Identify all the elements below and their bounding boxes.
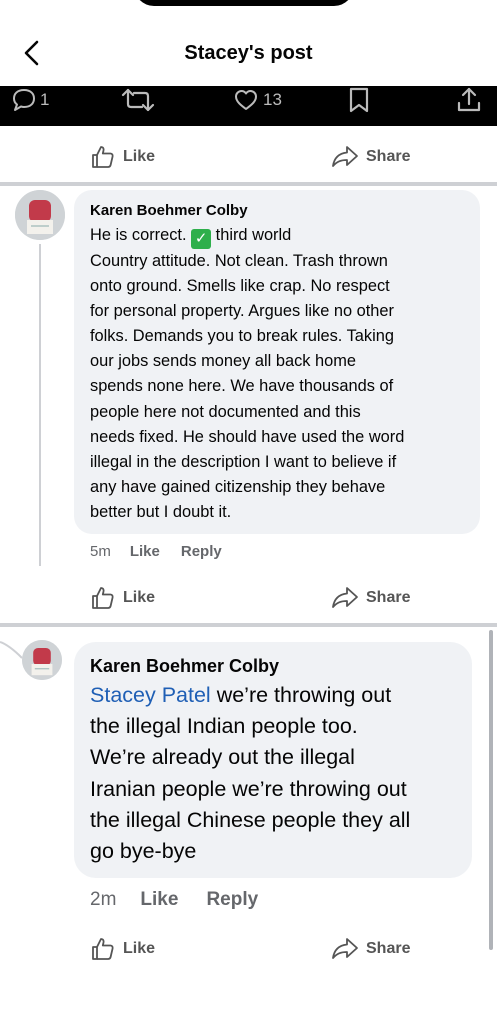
thumbs-up-icon bbox=[92, 938, 114, 960]
thumbs-up-icon bbox=[92, 587, 114, 609]
like-button-label: Like bbox=[123, 940, 156, 957]
section-divider bbox=[0, 182, 497, 186]
bookmark-button[interactable] bbox=[346, 86, 372, 114]
bookmark-icon bbox=[349, 87, 369, 113]
like-button[interactable]: Like bbox=[90, 576, 155, 620]
top-navigation-bar: Stacey's post bbox=[0, 0, 497, 86]
post-action-row: Like Share bbox=[0, 135, 497, 179]
thumbs-up-icon bbox=[92, 146, 114, 168]
comment-bubble: Karen Boehmer Colby Stacey Patel we’re t… bbox=[74, 642, 472, 878]
comment-like-button[interactable]: Like bbox=[140, 889, 178, 911]
comment-count-button[interactable]: 1 bbox=[10, 86, 49, 114]
avatar[interactable] bbox=[22, 640, 62, 680]
comment-reply-button[interactable]: Reply bbox=[206, 889, 258, 911]
share-button[interactable]: Share bbox=[331, 927, 410, 971]
comment-text-part: He is correct. bbox=[90, 226, 192, 244]
section-divider bbox=[0, 623, 497, 627]
comment-like-button[interactable]: Like bbox=[130, 543, 160, 560]
share-upload-icon bbox=[457, 87, 481, 112]
like-button-label: Like bbox=[123, 589, 156, 606]
share-button-label: Share bbox=[366, 589, 411, 606]
comment-meta: 5m Like Reply bbox=[90, 540, 222, 562]
avatar-photo-icon bbox=[22, 640, 62, 680]
thread-line bbox=[39, 244, 41, 566]
share-arrow-icon bbox=[332, 938, 358, 959]
comment-count: 1 bbox=[40, 90, 50, 109]
post-engagement-bar: 1 13 bbox=[0, 86, 497, 126]
comment-meta: 2m Like Reply bbox=[90, 887, 258, 913]
comment-text: Stacey Patel we’re throwing out the ille… bbox=[90, 680, 468, 867]
comment-bubble: Karen Boehmer Colby He is correct. ✓ thi… bbox=[74, 190, 480, 534]
share-button[interactable]: Share bbox=[331, 135, 410, 179]
comment-reply-button[interactable]: Reply bbox=[181, 543, 222, 560]
like-count: 13 bbox=[263, 90, 282, 109]
thread-curve-icon bbox=[0, 641, 23, 659]
share-button[interactable]: Share bbox=[331, 576, 410, 620]
comment-author[interactable]: Karen Boehmer Colby bbox=[90, 202, 248, 219]
mention-link[interactable]: Stacey Patel bbox=[90, 683, 211, 707]
repost-icon bbox=[121, 88, 155, 112]
check-mark-icon: ✓ bbox=[191, 229, 212, 249]
page-title: Stacey's post bbox=[184, 42, 313, 64]
like-button[interactable]: Like bbox=[90, 927, 155, 971]
avatar[interactable] bbox=[15, 190, 65, 240]
post-action-row: Like Share bbox=[0, 576, 497, 620]
comment-timestamp: 5m bbox=[90, 542, 111, 560]
heart-icon bbox=[235, 90, 257, 110]
share-button-label: Share bbox=[366, 148, 411, 165]
share-button-label: Share bbox=[366, 940, 411, 957]
like-count-button[interactable]: 13 bbox=[232, 86, 282, 114]
comment-timestamp: 2m bbox=[90, 889, 117, 910]
comment-text: He is correct. ✓ third world Country att… bbox=[90, 223, 474, 525]
share-arrow-icon bbox=[332, 587, 358, 608]
comment-text-part: we’re throwing out the illegal Indian pe… bbox=[90, 683, 411, 864]
post-action-row: Like Share bbox=[0, 927, 497, 971]
comment-author[interactable]: Karen Boehmer Colby bbox=[90, 656, 279, 677]
comment-text-part: third world Country attitude. Not clean.… bbox=[90, 226, 405, 521]
comment-bubble-icon bbox=[13, 89, 35, 111]
like-button[interactable]: Like bbox=[90, 135, 155, 179]
like-button-label: Like bbox=[123, 148, 156, 165]
avatar-photo-icon bbox=[15, 190, 65, 240]
share-arrow-icon bbox=[332, 146, 358, 167]
share-upload-button[interactable] bbox=[455, 86, 483, 114]
repost-button[interactable] bbox=[120, 86, 156, 114]
scrollbar[interactable] bbox=[489, 630, 493, 950]
